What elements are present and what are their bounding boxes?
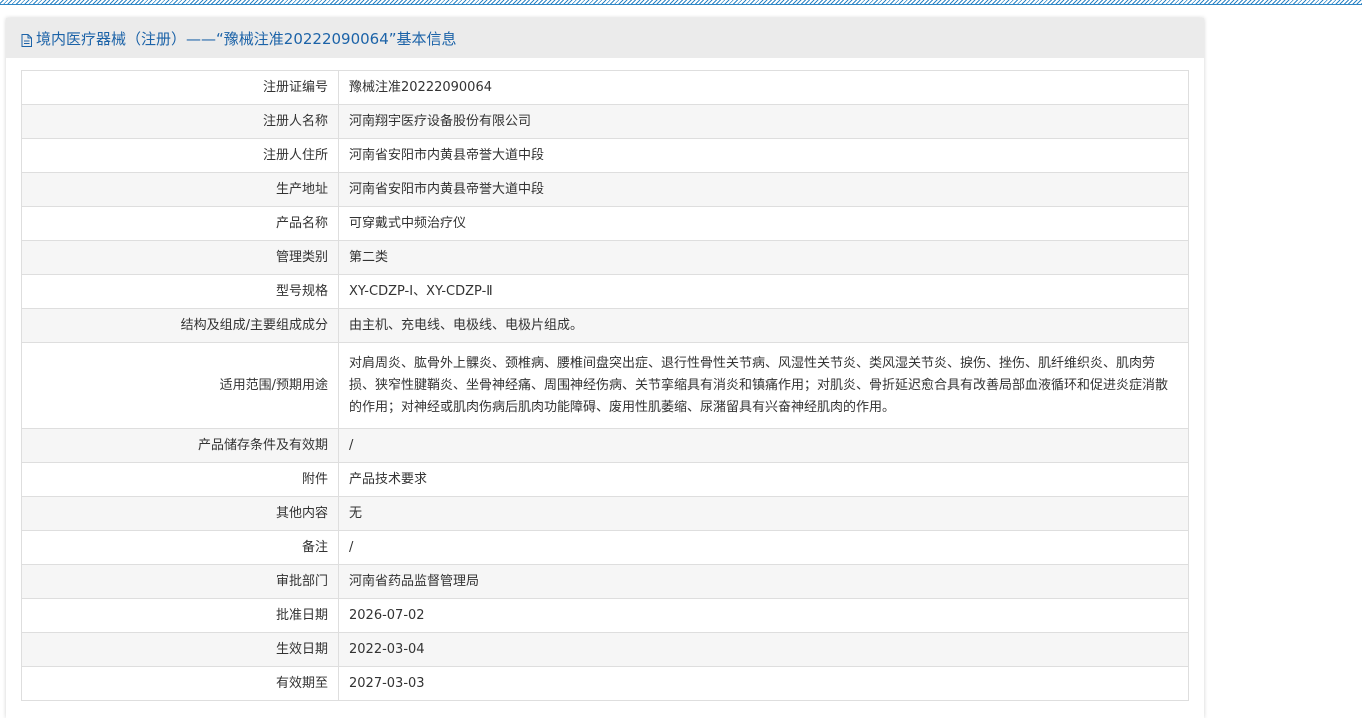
table-row: 管理类别 第二类: [21, 240, 1189, 275]
row-label: 产品储存条件及有效期: [21, 428, 339, 463]
page-title: 境内医疗器械（注册）——“豫械注准20222090064”基本信息: [36, 29, 457, 48]
row-label: 适用范围/预期用途: [21, 342, 339, 429]
table-row: 审批部门 河南省药品监督管理局: [21, 564, 1189, 599]
row-value: 无: [338, 496, 1189, 531]
table-row: 生产地址 河南省安阳市内黄县帝誉大道中段: [21, 172, 1189, 207]
table-row: 注册人名称 河南翔宇医疗设备股份有限公司: [21, 104, 1189, 139]
table-row: 产品名称 可穿戴式中频治疗仪: [21, 206, 1189, 241]
row-value: /: [338, 428, 1189, 463]
row-value: 由主机、充电线、电极线、电极片组成。: [338, 308, 1189, 343]
table-row: 型号规格 XY-CDZP-Ⅰ、XY-CDZP-Ⅱ: [21, 274, 1189, 309]
row-label: 注册人住所: [21, 138, 339, 173]
table-row: 产品储存条件及有效期 /: [21, 428, 1189, 463]
row-label: 结构及组成/主要组成成分: [21, 308, 339, 343]
row-label: 附件: [21, 462, 339, 497]
row-label: 审批部门: [21, 564, 339, 599]
row-value: 河南省药品监督管理局: [338, 564, 1189, 599]
panel-header: 境内医疗器械（注册）——“豫械注准20222090064”基本信息: [6, 18, 1204, 58]
row-value: 可穿戴式中频治疗仪: [338, 206, 1189, 241]
row-value: 豫械注准20222090064: [338, 70, 1189, 105]
table-row: 附件 产品技术要求: [21, 462, 1189, 497]
row-value: 2022-03-04: [338, 632, 1189, 667]
row-value: 产品技术要求: [338, 462, 1189, 497]
row-value: 第二类: [338, 240, 1189, 275]
row-label: 产品名称: [21, 206, 339, 241]
row-label: 生产地址: [21, 172, 339, 207]
row-label: 批准日期: [21, 598, 339, 633]
document-icon: [21, 32, 32, 47]
table-row: 注册人住所 河南省安阳市内黄县帝誉大道中段: [21, 138, 1189, 173]
table-row: 注册证编号 豫械注准20222090064: [21, 70, 1189, 105]
row-value: /: [338, 530, 1189, 565]
table-row: 备注 /: [21, 530, 1189, 565]
row-label: 备注: [21, 530, 339, 565]
row-label: 注册人名称: [21, 104, 339, 139]
detail-panel: 境内医疗器械（注册）——“豫械注准20222090064”基本信息 注册证编号 …: [6, 18, 1204, 718]
row-value: XY-CDZP-Ⅰ、XY-CDZP-Ⅱ: [338, 274, 1189, 309]
row-value: 2026-07-02: [338, 598, 1189, 633]
row-label: 生效日期: [21, 632, 339, 667]
table-row: 适用范围/预期用途 对肩周炎、肱骨外上髁炎、颈椎病、腰椎间盘突出症、退行性骨性关…: [21, 342, 1189, 429]
table-row: 批准日期 2026-07-02: [21, 598, 1189, 633]
table-row: 结构及组成/主要组成成分 由主机、充电线、电极线、电极片组成。: [21, 308, 1189, 343]
row-label: 其他内容: [21, 496, 339, 531]
row-value: 河南翔宇医疗设备股份有限公司: [338, 104, 1189, 139]
table-row: 其他内容 无: [21, 496, 1189, 531]
info-table: 注册证编号 豫械注准20222090064 注册人名称 河南翔宇医疗设备股份有限…: [21, 70, 1189, 701]
row-label: 管理类别: [21, 240, 339, 275]
top-decorative-border: [0, 0, 1362, 5]
table-row: 有效期至 2027-03-03: [21, 666, 1189, 701]
row-label: 注册证编号: [21, 70, 339, 105]
row-label: 型号规格: [21, 274, 339, 309]
row-label: 有效期至: [21, 666, 339, 701]
row-value: 2027-03-03: [338, 666, 1189, 701]
table-row: 生效日期 2022-03-04: [21, 632, 1189, 667]
row-value: 河南省安阳市内黄县帝誉大道中段: [338, 138, 1189, 173]
row-value: 河南省安阳市内黄县帝誉大道中段: [338, 172, 1189, 207]
row-value: 对肩周炎、肱骨外上髁炎、颈椎病、腰椎间盘突出症、退行性骨性关节病、风湿性关节炎、…: [338, 342, 1189, 429]
